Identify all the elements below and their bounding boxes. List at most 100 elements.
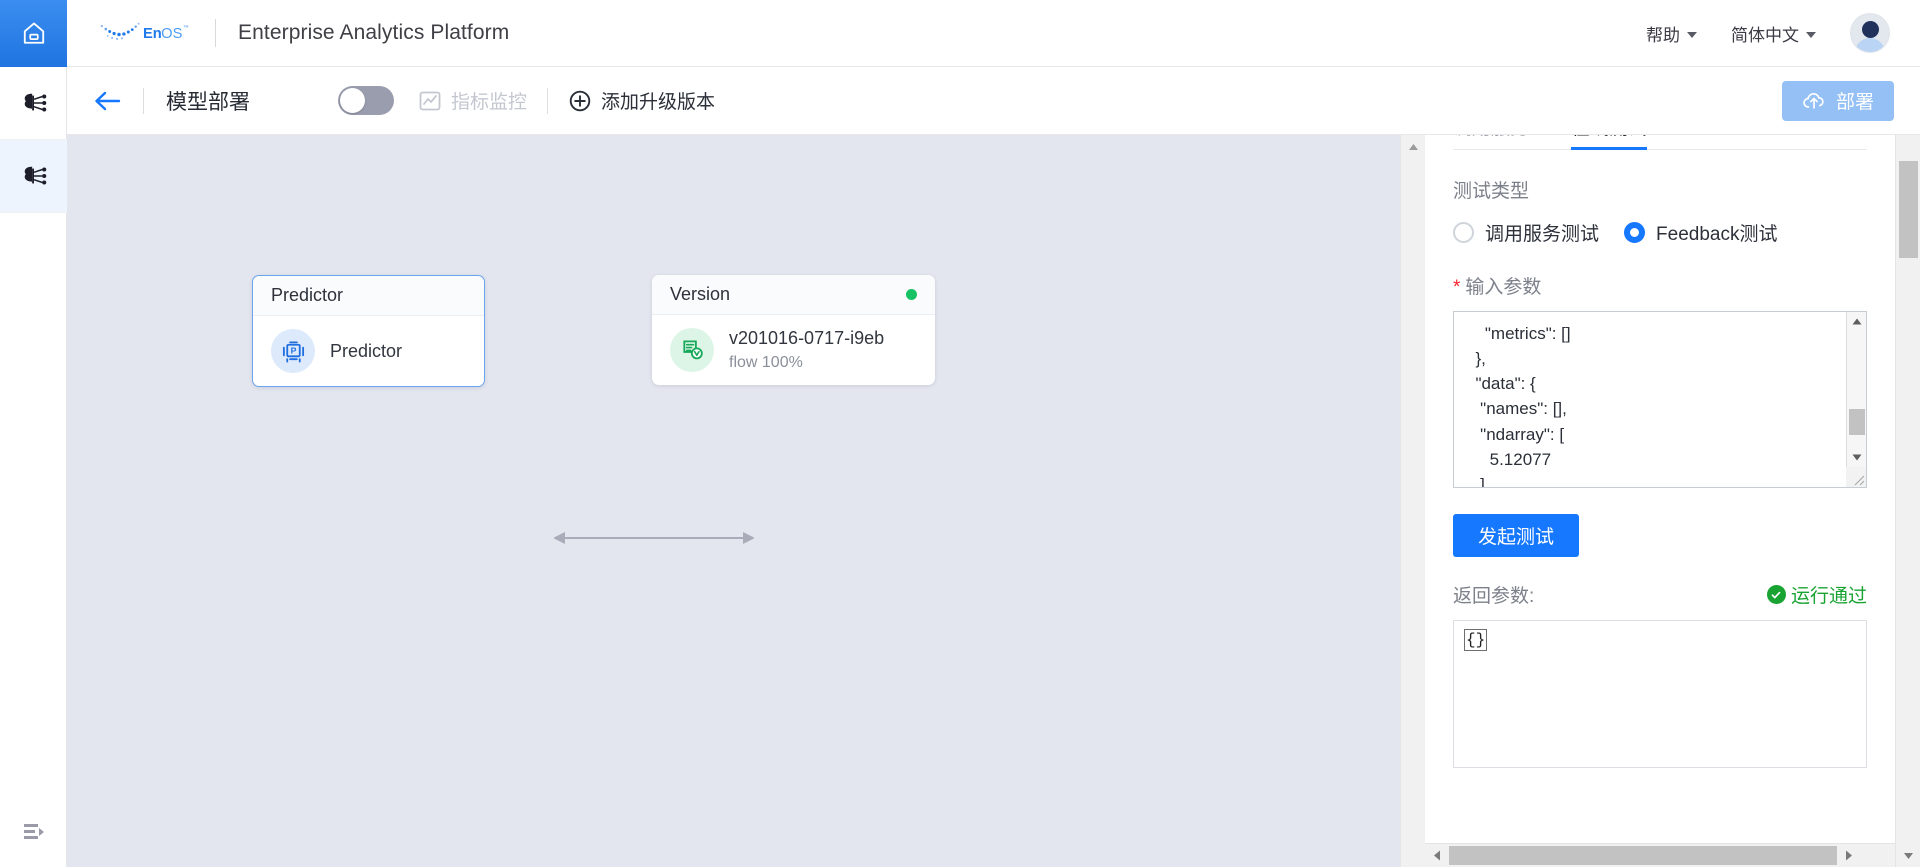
scrollbar-thumb[interactable]: [1849, 409, 1865, 435]
home-button[interactable]: [0, 0, 67, 67]
right-panel: 调用服务 在线测试 测试类型 调用服务测试 Feedback测试 *输入参数 "…: [1425, 135, 1920, 867]
toolbar-divider: [143, 87, 144, 114]
input-params-textarea[interactable]: "metrics": [] }, "data": { "names": [], …: [1453, 311, 1867, 488]
enos-logo-icon: En OS ™: [100, 22, 189, 42]
scroll-right-arrow-icon[interactable]: [1837, 850, 1861, 861]
scroll-up-arrow-icon[interactable]: [1847, 312, 1866, 331]
scrollbar-thumb[interactable]: [1449, 846, 1837, 865]
node-predictor-label: Predictor: [330, 340, 403, 361]
version-icon-wrap: [670, 328, 714, 372]
test-type-label: 测试类型: [1453, 181, 1530, 202]
radio-icon-checked: [1624, 222, 1646, 243]
run-status: 运行通过: [1766, 581, 1867, 608]
chart-monitor-icon: [419, 91, 441, 110]
page-title: 模型部署: [166, 90, 250, 114]
return-params-output[interactable]: {}: [1453, 620, 1867, 768]
check-circle-icon: [1766, 585, 1786, 604]
help-menu[interactable]: 帮助: [1646, 21, 1697, 46]
input-params-value: "metrics": [] }, "data": { "names": [], …: [1475, 324, 1571, 487]
language-label: 简体中文: [1731, 25, 1799, 45]
input-params-scrollbar[interactable]: [1846, 312, 1866, 487]
radio-icon-unchecked: [1453, 222, 1474, 243]
panel-vertical-scrollbar[interactable]: [1895, 135, 1920, 867]
return-params-value: {}: [1464, 629, 1488, 651]
predictor-icon-wrap: P: [271, 329, 315, 373]
plus-circle-icon: [569, 90, 591, 111]
node-version[interactable]: Version v201016-0717-i9eb flow 100%: [652, 275, 935, 385]
node-version-body: v201016-0717-i9eb flow 100%: [652, 315, 935, 385]
back-button[interactable]: [93, 90, 121, 112]
help-label: 帮助: [1646, 25, 1680, 45]
input-params-label: * 输入参数: [1453, 272, 1867, 299]
run-status-label: 运行通过: [1790, 586, 1867, 607]
metrics-toggle[interactable]: [338, 86, 394, 115]
avatar[interactable]: [1850, 13, 1890, 53]
scroll-down-arrow-icon[interactable]: [1896, 847, 1920, 865]
sidebar-item-model-deploy[interactable]: [0, 140, 67, 213]
scroll-down-arrow-icon[interactable]: [1847, 448, 1866, 467]
status-badge: [906, 289, 917, 300]
product-title: Enterprise Analytics Platform: [238, 21, 510, 44]
avatar-body: [1855, 38, 1885, 52]
collapse-menu-icon: [23, 824, 44, 839]
node-version-label: v201016-0717-i9eb: [729, 328, 885, 348]
node-predictor-body: P Predictor: [253, 316, 484, 386]
radio-feedback-test-label: Feedback测试: [1656, 224, 1778, 245]
pipeline-canvas[interactable]: Predictor P Predictor Version v201016-07…: [67, 135, 1400, 867]
language-menu[interactable]: 简体中文: [1731, 21, 1816, 46]
scroll-left-arrow-icon[interactable]: [1425, 850, 1449, 861]
cloud-upload-icon: [1803, 92, 1824, 109]
brand-divider: [215, 19, 216, 47]
left-sidebar: [0, 67, 67, 867]
brand: En OS ™ Enterprise Analytics Platform: [95, 13, 509, 53]
return-params-label: 返回参数:: [1453, 586, 1535, 607]
svg-text:P: P: [290, 345, 296, 355]
version-doc-icon: [682, 339, 703, 359]
radio-call-service-test-label: 调用服务测试: [1485, 224, 1600, 245]
home-icon: [23, 22, 44, 44]
toggle-knob: [340, 88, 365, 113]
panel-content: 调用服务 在线测试 测试类型 调用服务测试 Feedback测试 *输入参数 "…: [1425, 135, 1895, 768]
radio-feedback-test[interactable]: Feedback测试: [1624, 219, 1777, 246]
header-actions: 帮助 简体中文: [1646, 13, 1920, 53]
metrics-monitoring-button[interactable]: 指标监控: [418, 87, 527, 114]
tab-online-test[interactable]: 在线测试: [1571, 135, 1648, 150]
avatar-head: [1862, 21, 1879, 38]
page-toolbar: 模型部署 指标监控 添加升级版本 部署: [67, 67, 1920, 135]
node-version-text: v201016-0717-i9eb flow 100%: [729, 328, 884, 372]
scroll-up-arrow-icon[interactable]: [1401, 135, 1426, 159]
chevron-down-icon: [1687, 31, 1697, 38]
radio-call-service-test[interactable]: 调用服务测试: [1453, 219, 1599, 246]
node-version-sub: flow 100%: [729, 354, 803, 371]
node-version-title: Version: [670, 284, 731, 304]
test-type-radio-group: 调用服务测试 Feedback测试: [1453, 219, 1867, 246]
collapse-menu-button[interactable]: [0, 797, 67, 867]
metrics-monitoring-label: 指标监控: [451, 92, 528, 113]
neural-network-icon: [24, 93, 46, 112]
node-predictor-text: Predictor: [330, 341, 402, 362]
deploy-button[interactable]: 部署: [1781, 80, 1894, 121]
canvas-vertical-scrollbar[interactable]: [1400, 135, 1425, 867]
sidebar-item-model[interactable]: [0, 67, 67, 140]
required-star: *: [1453, 277, 1461, 298]
textarea-resize-handle[interactable]: [1846, 467, 1866, 487]
node-predictor-title: Predictor: [253, 276, 484, 316]
svg-text:En: En: [143, 26, 162, 42]
connector-arrow: [554, 532, 754, 544]
svg-text:OS: OS: [161, 26, 182, 42]
node-version-head: Version: [652, 275, 935, 315]
panel-horizontal-scrollbar[interactable]: [1425, 843, 1895, 867]
scrollbar-thumb[interactable]: [1899, 161, 1918, 258]
deploy-label: 部署: [1835, 92, 1874, 113]
predictor-icon: P: [282, 340, 304, 363]
panel-tabs: 调用服务 在线测试: [1453, 135, 1867, 150]
sidebar-icon-wrap: [6, 147, 61, 205]
tab-call-service[interactable]: 调用服务: [1453, 135, 1529, 149]
start-test-button[interactable]: 发起测试: [1453, 514, 1580, 557]
input-params-text: 输入参数: [1465, 277, 1542, 298]
add-upgrade-version-button[interactable]: 添加升级版本: [568, 87, 715, 114]
app-header: En OS ™ Enterprise Analytics Platform 帮助…: [0, 0, 1920, 67]
node-predictor[interactable]: Predictor P Predictor: [252, 275, 485, 387]
toolbar-divider-2: [547, 87, 549, 114]
chevron-down-icon: [1806, 31, 1816, 38]
